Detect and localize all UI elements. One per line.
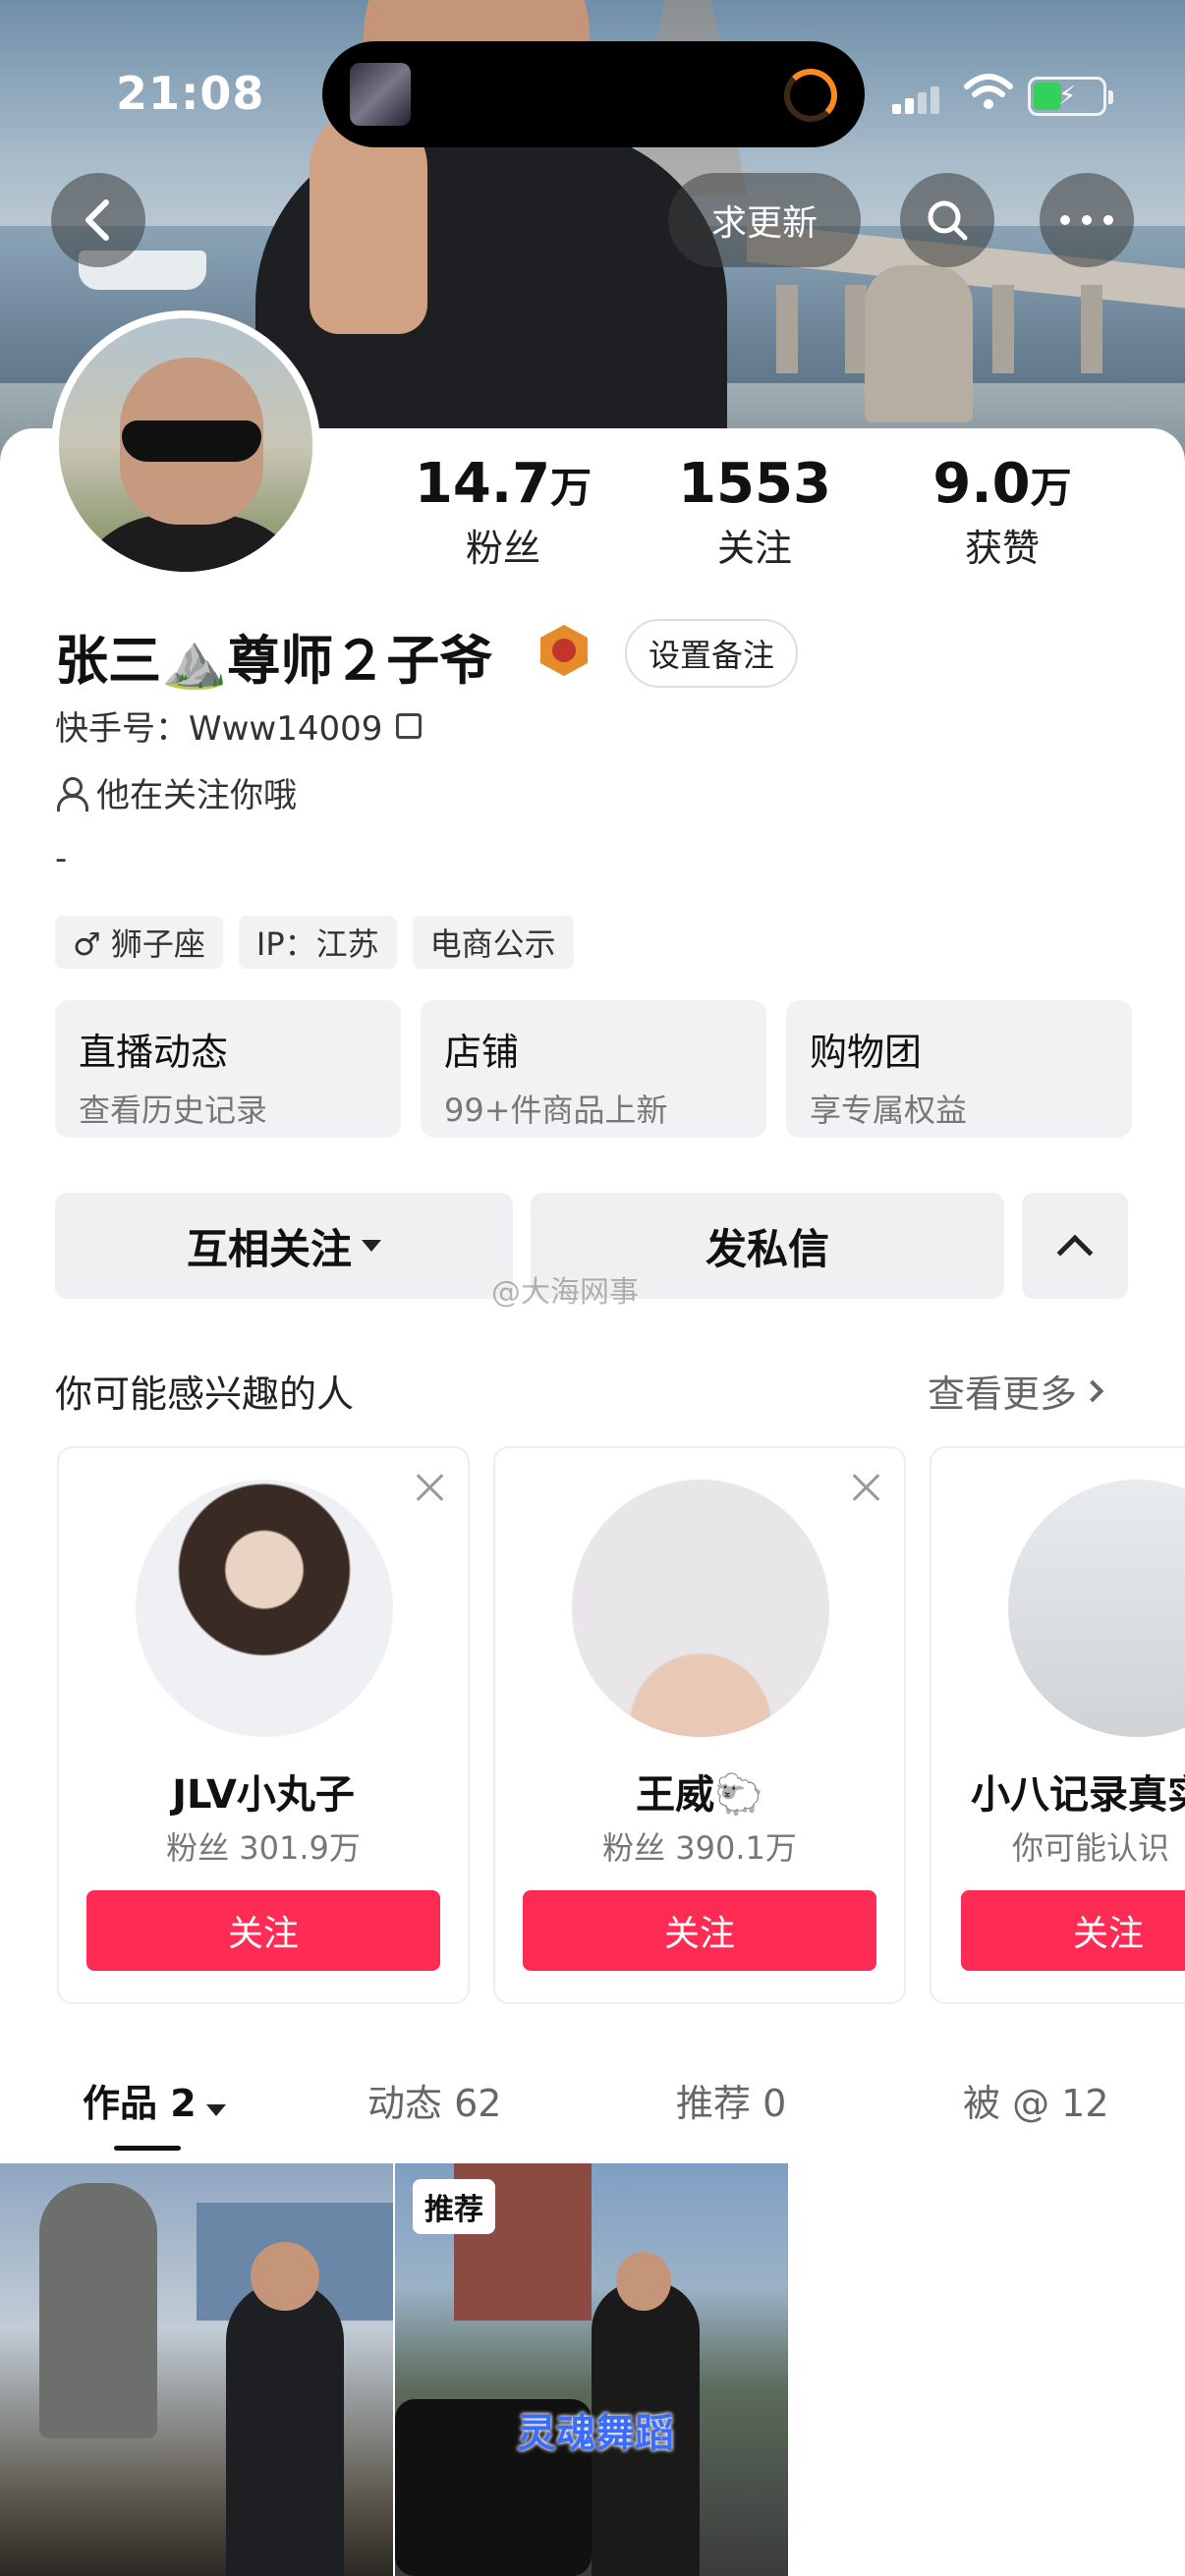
feature-shopping-group[interactable]: 购物团 享专属权益 bbox=[786, 1000, 1132, 1138]
recommend-avatar[interactable] bbox=[1008, 1480, 1185, 1737]
tab-recommended[interactable]: 推荐 0 bbox=[676, 2073, 786, 2127]
likes-unit: 万 bbox=[1030, 464, 1072, 512]
recommend-title: 你可能感兴趣的人 bbox=[55, 1372, 355, 1416]
recommend-subtitle: 你可能认识 bbox=[1012, 1829, 1170, 1867]
recommend-avatar[interactable] bbox=[136, 1480, 393, 1737]
see-more-link[interactable]: 查看更多 bbox=[928, 1364, 1104, 1418]
see-more-label: 查看更多 bbox=[928, 1372, 1078, 1416]
user-id[interactable]: 快手号：Www14009 bbox=[55, 701, 423, 750]
tab-mentioned[interactable]: 被 @ 12 bbox=[963, 2073, 1109, 2127]
following-label: 关注 bbox=[716, 527, 792, 570]
stat-following[interactable]: 1553 关注 bbox=[656, 452, 853, 572]
feature-subtitle: 99+件商品上新 bbox=[444, 1092, 668, 1129]
follows-you-indicator: 他在关注你哦 bbox=[55, 768, 297, 816]
feature-subtitle: 享专属权益 bbox=[810, 1092, 968, 1129]
avatar[interactable] bbox=[51, 310, 320, 580]
followers-label: 粉丝 bbox=[465, 527, 540, 570]
feature-cards: 直播动态 查看历史记录 店铺 99+件商品上新 购物团 享专属权益 bbox=[55, 1000, 1132, 1138]
caret-down-icon bbox=[205, 2104, 226, 2116]
recommend-name: 王威🐑 bbox=[636, 1772, 763, 1818]
video-caption: 灵魂舞蹈 bbox=[517, 2411, 674, 2456]
recommend-avatar[interactable] bbox=[572, 1480, 829, 1737]
profile-tags: ♂ 狮子座 IP：江苏 电商公示 bbox=[55, 916, 574, 969]
active-tab-indicator bbox=[114, 2146, 181, 2151]
follow-button[interactable]: 关注 bbox=[86, 1890, 440, 1971]
recommend-card[interactable]: 王威🐑 粉丝 390.1万 关注 bbox=[493, 1446, 906, 2004]
caret-down-icon bbox=[362, 1240, 381, 1252]
feature-subtitle: 查看历史记录 bbox=[79, 1092, 268, 1129]
chevron-left-icon bbox=[85, 199, 109, 241]
mutual-follow-label: 互相关注 bbox=[186, 1224, 352, 1273]
user-id-text: 快手号：Www14009 bbox=[55, 709, 383, 749]
status-time: 21:08 bbox=[116, 67, 265, 120]
feature-title: 购物团 bbox=[810, 1031, 923, 1074]
tab-works[interactable]: 作品 2 bbox=[83, 2073, 226, 2127]
copy-icon[interactable] bbox=[396, 712, 423, 739]
feature-live-history[interactable]: 直播动态 查看历史记录 bbox=[55, 1000, 401, 1138]
recommend-name: 小八记录真实 bbox=[971, 1772, 1185, 1818]
works-grid: 推荐 灵魂舞蹈 bbox=[0, 2163, 1185, 2576]
stat-followers[interactable]: 14.7万 粉丝 bbox=[405, 452, 601, 572]
tag-ecommerce-disclosure[interactable]: 电商公示 bbox=[412, 916, 574, 969]
followers-unit: 万 bbox=[550, 464, 592, 512]
collapse-button[interactable] bbox=[1022, 1193, 1128, 1299]
recommend-card[interactable]: JLV小丸子 粉丝 301.9万 关注 bbox=[57, 1446, 470, 2004]
likes-count: 9.0 bbox=[932, 452, 1031, 516]
cellular-signal-icon bbox=[892, 84, 941, 114]
tag-ip-location: IP：江苏 bbox=[238, 916, 397, 969]
bio: - bbox=[55, 839, 68, 878]
feature-title: 店铺 bbox=[444, 1031, 520, 1074]
back-button[interactable] bbox=[51, 173, 145, 267]
tag-zodiac: ♂ 狮子座 bbox=[55, 916, 223, 969]
recommend-subtitle: 粉丝 301.9万 bbox=[166, 1829, 361, 1867]
tab-moments[interactable]: 动态 62 bbox=[367, 2073, 501, 2127]
chevron-right-icon bbox=[1081, 1379, 1104, 1402]
likes-label: 获赞 bbox=[964, 527, 1040, 570]
follow-button[interactable]: 关注 bbox=[523, 1890, 876, 1971]
following-count: 1553 bbox=[678, 452, 831, 516]
wifi-icon bbox=[964, 74, 1013, 109]
feature-title: 直播动态 bbox=[79, 1031, 229, 1074]
feature-shop[interactable]: 店铺 99+件商品上新 bbox=[421, 1000, 766, 1138]
progress-ring-icon bbox=[784, 69, 837, 122]
search-button[interactable] bbox=[900, 173, 994, 267]
search-icon bbox=[928, 200, 968, 241]
followers-count: 14.7 bbox=[414, 452, 551, 516]
follows-you-text: 他在关注你哦 bbox=[96, 776, 297, 815]
chevron-up-icon bbox=[1056, 1234, 1094, 1271]
more-dots-icon bbox=[1060, 215, 1113, 225]
mutual-follow-button[interactable]: 互相关注 bbox=[55, 1193, 513, 1299]
recommend-subtitle: 粉丝 390.1万 bbox=[602, 1829, 797, 1867]
stat-likes[interactable]: 9.0万 获赞 bbox=[904, 452, 1100, 572]
now-playing-thumbnail bbox=[350, 63, 411, 126]
person-icon bbox=[55, 776, 88, 812]
recommend-name: JLV小丸子 bbox=[172, 1772, 355, 1818]
tab-works-label: 作品 2 bbox=[83, 2082, 197, 2125]
request-update-button[interactable]: 求更新 bbox=[668, 173, 861, 267]
battery-icon: ⚡ bbox=[1028, 77, 1113, 116]
work-thumbnail[interactable] bbox=[0, 2163, 393, 2576]
recommended-badge: 推荐 bbox=[413, 2179, 495, 2234]
dynamic-island[interactable] bbox=[322, 41, 865, 147]
more-button[interactable] bbox=[1040, 173, 1134, 267]
follow-button[interactable]: 关注 bbox=[961, 1890, 1185, 1971]
close-icon[interactable] bbox=[415, 1472, 444, 1501]
set-remark-button[interactable]: 设置备注 bbox=[625, 619, 799, 688]
watermark: @大海网事 bbox=[491, 1275, 639, 1310]
profile-name: 张三⛰️尊师２子爷 bbox=[55, 630, 493, 692]
recommend-card[interactable]: 小八记录真实 你可能认识 关注 bbox=[930, 1446, 1185, 2004]
close-icon[interactable] bbox=[851, 1472, 880, 1501]
